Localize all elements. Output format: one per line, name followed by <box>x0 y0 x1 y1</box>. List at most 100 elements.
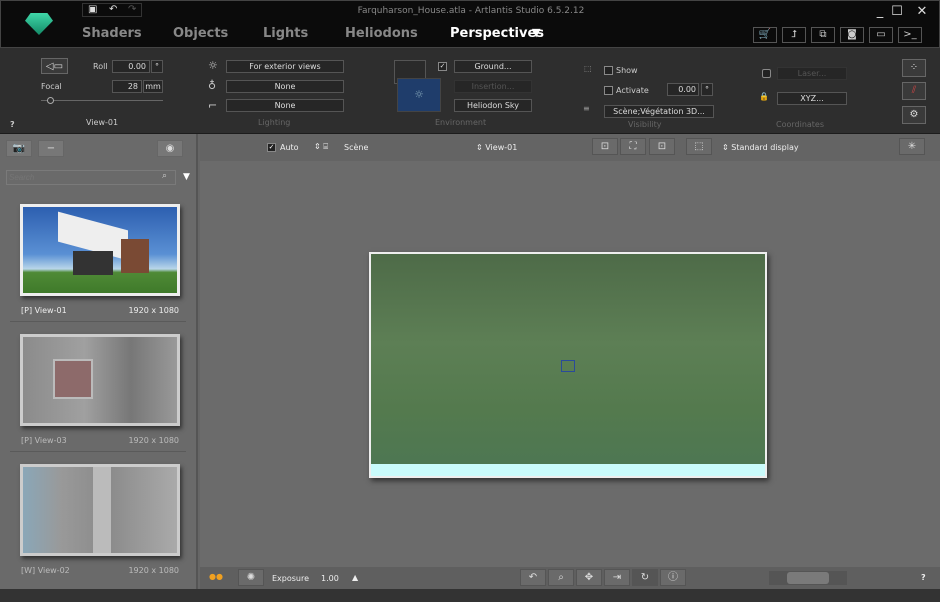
environment-section-label: Environment <box>435 118 487 127</box>
preview-size-slider[interactable] <box>769 571 847 585</box>
lock-icon: 🔒 <box>759 92 769 101</box>
activate-checkbox[interactable] <box>604 86 613 95</box>
laser-checkbox[interactable] <box>762 69 771 78</box>
sky-preview[interactable]: ☼ <box>397 78 441 112</box>
xyz-button[interactable]: XYZ... <box>777 92 847 105</box>
tab-heliodons[interactable]: Heliodons <box>345 26 418 41</box>
postprocess-select[interactable]: None <box>226 99 344 112</box>
auto-checkbox[interactable]: ✓ <box>267 143 276 152</box>
layers-icon: ≡ <box>583 104 590 113</box>
redo-icon[interactable]: ↷ <box>128 4 136 15</box>
divider <box>10 321 186 322</box>
roll-unit: ° <box>151 60 163 73</box>
title-bar: ▣ ↶ ↷ Farquharson_House.atla - Artlantis… <box>0 0 940 48</box>
quick-toolbar: ▣ ↶ ↷ <box>82 3 142 17</box>
viewport-toolbar: ✓ Auto ⇕ ⌸ Scène ⇕ View-01 ⊡ ⛶ ⊡ ⬚ ⇕ Sta… <box>200 134 940 161</box>
filter-dropdown-icon[interactable]: ▼ <box>183 172 190 182</box>
view-thumbnail[interactable] <box>20 334 180 426</box>
orbit-icon[interactable]: ↻ <box>632 569 658 586</box>
app-logo-icon <box>25 13 53 35</box>
sky-strip <box>371 464 765 476</box>
eye-icon[interactable]: ◉ <box>157 140 183 157</box>
light-bulb-icon: ♁ <box>208 79 217 92</box>
tab-objects[interactable]: Objects <box>173 26 228 41</box>
divider <box>10 451 186 452</box>
help-button[interactable]: ? <box>921 573 926 582</box>
windows-icon[interactable]: ⧉ <box>811 27 835 43</box>
laser-button[interactable]: Laser... <box>777 67 847 80</box>
maximize-button[interactable]: ☐ <box>886 4 908 19</box>
save-icon[interactable]: ▣ <box>88 4 97 15</box>
search-input[interactable] <box>6 170 176 185</box>
add-camera-button[interactable]: 📷 <box>6 140 32 157</box>
exposure-value[interactable]: 1.00 <box>321 574 339 583</box>
undo-icon[interactable]: ↶ <box>109 4 117 15</box>
visibility-angle-input[interactable]: 0.00 <box>667 83 699 96</box>
view-selector[interactable]: ⇕ View-01 <box>476 143 517 152</box>
ground-checkbox[interactable]: ✓ <box>438 62 447 71</box>
close-button[interactable]: ✕ <box>911 4 933 19</box>
lights-select[interactable]: None <box>226 80 344 93</box>
sun-preset-select[interactable]: For exterior views <box>226 60 344 73</box>
camera-icon[interactable]: ◙ <box>840 27 864 43</box>
window-title: Farquharson_House.atla - Artlantis Studi… <box>357 6 585 16</box>
color-icon[interactable]: ⫽ <box>902 82 926 100</box>
settings-gear-icon[interactable]: ⚙ <box>902 106 926 124</box>
bottom-toolbar: ●● ✺ Exposure 1.00 ▲ ↶ ⌕ ✥ ⇥ ↻ ⓘ ? <box>200 567 940 589</box>
exposure-up-icon[interactable]: ▲ <box>352 573 358 582</box>
tab-perspectives[interactable]: Perspectives <box>450 26 544 41</box>
show-checkbox[interactable] <box>604 66 613 75</box>
view-thumbnail[interactable] <box>20 464 180 556</box>
display-mode-select[interactable]: ⇕ Standard display <box>722 143 799 152</box>
overlay-icon[interactable]: ⬚ <box>686 138 712 155</box>
zoom-icon[interactable]: ⌕ <box>548 569 574 586</box>
camera-target-icon[interactable] <box>561 360 575 372</box>
camera-mode-icon[interactable]: ◁▭ <box>41 58 68 74</box>
exposure-label: Exposure <box>272 574 310 583</box>
light-toggle-icon[interactable]: ✳ <box>899 138 925 155</box>
ground-button[interactable]: Ground... <box>454 60 532 73</box>
layer-select[interactable]: Scène;Végétation 3D... <box>604 105 714 118</box>
roll-input[interactable]: 0.00 <box>112 60 150 73</box>
view-caption: [P] View-03 1920 x 1080 <box>21 436 179 445</box>
fit-right-icon[interactable]: ⊡ <box>649 138 675 155</box>
crop-icon[interactable]: ▭ <box>869 27 893 43</box>
tab-shaders[interactable]: Shaders <box>82 26 142 41</box>
insertion-button[interactable]: Insertion... <box>454 80 532 93</box>
remove-view-button[interactable]: − <box>38 140 64 157</box>
focal-input[interactable]: 28 <box>112 80 142 93</box>
console-icon[interactable]: >_ <box>898 27 922 43</box>
fit-frame-icon[interactable]: ⛶ <box>620 138 646 155</box>
views-sidebar: 📷 − ◉ ⌕ ▼ [P] View-011920 x 1080 [P] Vie… <box>0 134 198 589</box>
sky-select[interactable]: Heliodon Sky <box>454 99 532 112</box>
perspectives-dropdown-icon[interactable]: ▼ <box>532 26 540 39</box>
cart-icon[interactable]: 🛒 <box>753 27 777 43</box>
selection-box-icon: ⬚ <box>584 64 592 73</box>
activate-label: Activate <box>616 86 649 95</box>
fit-left-icon[interactable]: ⊡ <box>592 138 618 155</box>
export-icon[interactable]: ⮥ <box>782 27 806 43</box>
scene-select[interactable]: Scène <box>344 143 368 152</box>
view-caption: [W] View-02 1920 x 1080 <box>21 566 179 575</box>
view-thumbnail[interactable] <box>20 204 180 296</box>
aperture-icon[interactable]: ✺ <box>238 569 264 586</box>
scene-layers-icon: ⇕ ⌸ <box>314 142 329 151</box>
tab-lights[interactable]: Lights <box>263 26 308 41</box>
current-view-label: View-01 <box>86 118 119 127</box>
focal-label: Focal <box>41 82 62 91</box>
help-button[interactable]: ? <box>10 120 15 129</box>
auto-label: Auto <box>280 143 299 152</box>
focal-slider[interactable] <box>41 97 163 104</box>
info-icon[interactable]: ⓘ <box>660 569 686 586</box>
render-status-icon: ●● <box>209 572 223 581</box>
coordinates-section-label: Coordinates <box>776 120 825 129</box>
roll-label: Roll <box>93 62 108 71</box>
grid-icon[interactable]: ⁘ <box>902 59 926 77</box>
search-icon[interactable]: ⌕ <box>162 171 167 181</box>
undo-view-icon[interactable]: ↶ <box>520 569 546 586</box>
render-preview[interactable] <box>369 252 767 478</box>
lighting-section-label: Lighting <box>258 118 291 127</box>
walk-icon[interactable]: ⇥ <box>604 569 630 586</box>
pan-icon[interactable]: ✥ <box>576 569 602 586</box>
visibility-section-label: Visibility <box>628 120 662 129</box>
